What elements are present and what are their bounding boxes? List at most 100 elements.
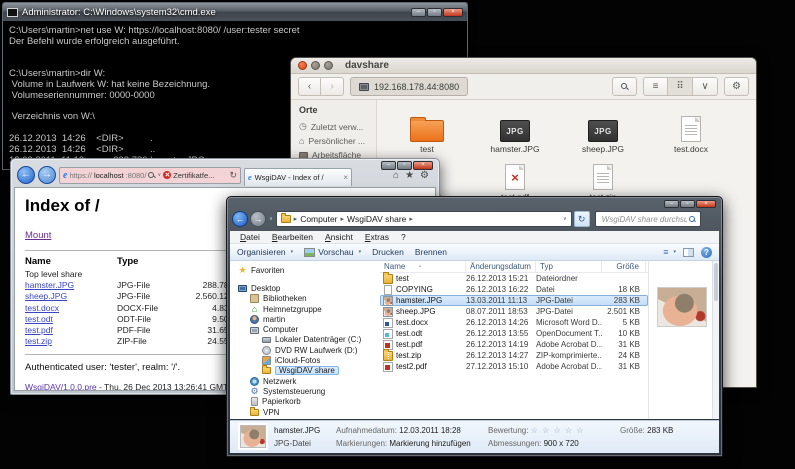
maximize-button[interactable]: ▫ xyxy=(427,8,442,17)
gear-icon[interactable]: ⚙ xyxy=(420,170,429,181)
details-rating[interactable]: Bewertung: ☆ ☆ ☆ ☆ ☆ xyxy=(488,426,584,435)
menu-extras[interactable]: Extras xyxy=(359,232,395,242)
back-button[interactable]: ← xyxy=(232,211,248,227)
file-link[interactable]: test.zip xyxy=(25,336,52,346)
chevron-down-icon[interactable]: ∨ xyxy=(157,172,161,178)
sidebar-item-netzwerk[interactable]: Netzwerk xyxy=(230,376,380,386)
file-link[interactable]: hamster.JPG xyxy=(25,280,74,290)
file-item-hamster[interactable]: JPG hamster.JPG xyxy=(471,106,559,154)
file-link[interactable]: test.pdf xyxy=(25,325,53,335)
sidebar-item-user[interactable]: martin xyxy=(230,314,380,324)
home-icon[interactable]: ⌂ xyxy=(393,170,399,181)
search-input[interactable] xyxy=(600,214,689,225)
breadcrumb[interactable]: ▸ Computer ▸ WsgiDAV share ▸ ∨ xyxy=(276,211,572,227)
mount-link[interactable]: Mount xyxy=(25,230,51,241)
table-row[interactable]: test 26.12.2013 15:21 Dateiordner xyxy=(380,273,648,284)
sidebar-item-papierkorb[interactable]: Papierkorb xyxy=(230,397,380,407)
minimize-button[interactable] xyxy=(311,61,320,70)
menu-datei[interactable]: Datei xyxy=(234,232,266,242)
help-icon[interactable]: ? xyxy=(701,247,712,258)
file-item-sheep[interactable]: JPG sheep.JPG xyxy=(559,106,647,154)
sidebar-item-systemsteuerung[interactable]: ⚙Systemsteuerung xyxy=(230,386,380,396)
table-row[interactable]: COPYING 26.12.2013 16:22 Datei 18 KB xyxy=(380,284,648,295)
sidebar-item-dvd-drive[interactable]: DVD RW Laufwerk (D:) xyxy=(230,345,380,355)
recent-pages-chevron-icon[interactable]: ∨ xyxy=(269,216,273,222)
file-link[interactable]: test.odt xyxy=(25,314,53,324)
favorites-star-icon[interactable]: ★ xyxy=(405,170,414,181)
organize-button[interactable]: Organisieren ▾ xyxy=(237,247,293,257)
file-item-docx[interactable]: test.docx xyxy=(647,106,735,154)
table-row[interactable]: test2.pdf 27.12.2013 15:10 Adobe Acrobat… xyxy=(380,361,648,372)
sidebar-item-favoriten[interactable]: ★Favoriten xyxy=(230,265,380,275)
table-row[interactable]: test.docx 26.12.2013 14:26 Microsoft Wor… xyxy=(380,317,648,328)
column-header-type[interactable]: Typ xyxy=(536,261,602,273)
gear-menu-button[interactable]: ⚙ xyxy=(724,77,749,96)
forward-button[interactable]: › xyxy=(321,77,344,96)
column-header-size[interactable]: Größe xyxy=(602,261,646,273)
nautilus-titlebar[interactable]: davshare xyxy=(291,58,756,74)
scrollbar-thumb[interactable] xyxy=(714,263,718,301)
burn-button[interactable]: Brennen xyxy=(415,247,447,257)
change-view-button[interactable]: ≡ ▾ xyxy=(663,247,676,257)
file-item-pdf[interactable]: × test.pdf xyxy=(471,154,559,202)
forward-button[interactable]: → xyxy=(38,166,56,184)
table-row[interactable]: test.zip 26.12.2013 14:27 ZIP-komprimier… xyxy=(380,350,648,361)
sidebar-item-heimnetzgruppe[interactable]: ⌂Heimnetzgruppe xyxy=(230,304,380,314)
sidebar-item-icloud-fotos[interactable]: iCloud-Fotos xyxy=(230,355,380,365)
print-button[interactable]: Drucken xyxy=(372,247,404,257)
file-item-zip[interactable]: test.zip xyxy=(559,154,647,202)
column-header-date[interactable]: Änderungsdatum xyxy=(466,261,536,273)
refresh-icon[interactable]: ↻ xyxy=(229,170,237,181)
menu-ansicht[interactable]: Ansicht xyxy=(319,232,359,242)
back-button[interactable]: ← xyxy=(17,166,35,184)
preview-button[interactable]: Vorschau ▾ xyxy=(304,247,361,257)
sidebar-item-desktop[interactable]: Desktop xyxy=(230,283,380,293)
minimize-button[interactable]: – xyxy=(411,8,426,17)
menu-bearbeiten[interactable]: Bearbeiten xyxy=(266,232,319,242)
minimize-button[interactable]: – xyxy=(664,200,679,208)
sidebar-item-vpn[interactable]: VPN xyxy=(230,407,380,417)
maximize-button[interactable]: ▫ xyxy=(680,200,695,208)
column-header-name[interactable]: ▲Name xyxy=(380,261,466,273)
certificate-error-icon[interactable] xyxy=(163,171,171,179)
address-bar[interactable]: e https://localhost:8080/ ∨ Zertifikatfe… xyxy=(59,167,241,184)
file-item-test[interactable]: test xyxy=(383,106,471,154)
cmd-titlebar[interactable]: Administrator: C:\Windows\system32\cmd.e… xyxy=(3,3,467,21)
sidebar-item-home[interactable]: ⌂ Persönlicher ... xyxy=(291,134,376,148)
sidebar-item-computer[interactable]: Computer xyxy=(230,324,380,334)
file-link[interactable]: sheep.JPG xyxy=(25,291,67,301)
table-row[interactable]: test.odt 26.12.2013 13:55 OpenDocument T… xyxy=(380,328,648,339)
sidebar-item-bibliotheken[interactable]: Bibliotheken xyxy=(230,294,380,304)
address-history-chevron-icon[interactable]: ∨ xyxy=(563,216,567,222)
scrollbar[interactable] xyxy=(712,261,719,419)
grid-view-button[interactable]: ⠿ xyxy=(668,77,693,96)
breadcrumb-current[interactable]: WsgiDAV share xyxy=(347,214,406,224)
menu-help[interactable]: ? xyxy=(395,232,412,242)
sidebar-item-recent[interactable]: ◷ Zuletzt verw... xyxy=(291,119,376,134)
table-row[interactable]: test.pdf 26.12.2013 14:19 Adobe Acrobat … xyxy=(380,339,648,350)
search-box[interactable] xyxy=(595,211,701,227)
close-button[interactable]: × xyxy=(696,200,716,208)
sidebar-item-local-disk[interactable]: Lokaler Datenträger (C:) xyxy=(230,335,380,345)
file-link[interactable]: test.docx xyxy=(25,303,59,313)
table-row[interactable]: sheep.JPG 08.07.2011 18:53 JPG-Datei 2.5… xyxy=(380,306,648,317)
tab-close-icon[interactable]: × xyxy=(343,173,348,182)
preview-pane-icon[interactable] xyxy=(683,248,694,257)
table-row-selected[interactable]: hamster.JPG 13.03.2011 11:13 JPG-Datei 2… xyxy=(380,295,648,306)
details-tags[interactable]: Markierungen: Markierung hinzufügen xyxy=(336,439,471,448)
search-icon[interactable] xyxy=(148,172,155,179)
search-button[interactable] xyxy=(612,77,637,96)
list-view-button[interactable]: ≡ xyxy=(643,77,668,96)
close-button[interactable]: × xyxy=(443,8,463,17)
maximize-button[interactable] xyxy=(324,61,333,70)
view-options-button[interactable]: ∨ xyxy=(693,77,718,96)
sidebar-item-wsgidav-share[interactable]: WsgiDAV share xyxy=(230,366,380,376)
certificate-error-label[interactable]: Zertifikatfe... xyxy=(173,171,214,180)
wsgidav-version-link[interactable]: WsgiDAV/1.0.0.pre xyxy=(25,382,97,391)
refresh-button[interactable]: ↻ xyxy=(574,211,590,227)
back-button[interactable]: ‹ xyxy=(298,77,321,96)
breadcrumb-computer[interactable]: Computer xyxy=(300,214,337,224)
address-breadcrumb[interactable]: 192.168.178.44:8080 xyxy=(350,77,468,96)
browser-tab[interactable]: e WsgiDAV - Index of / × xyxy=(244,168,352,186)
forward-button[interactable]: → xyxy=(250,211,266,227)
